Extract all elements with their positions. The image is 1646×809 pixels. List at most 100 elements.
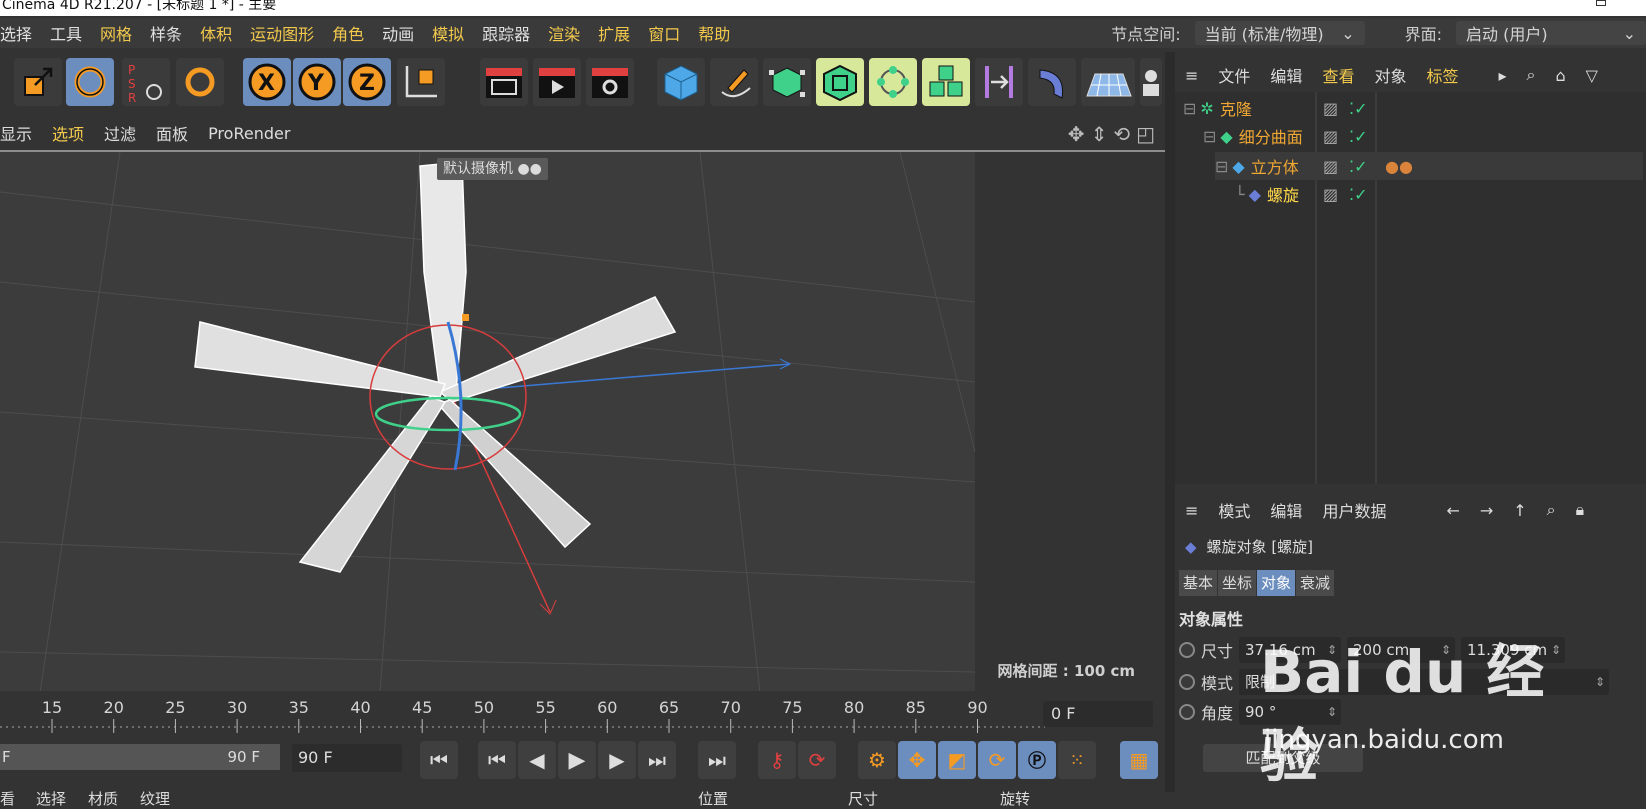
cloner-blades[interactable] [194,161,677,573]
z-axis-button[interactable]: Z [343,58,391,106]
restore-window-icon[interactable] [1596,0,1606,6]
menu-help[interactable]: 帮助 [689,21,739,45]
key-rotation-button[interactable]: ⟳ [978,741,1016,779]
filter-icon[interactable]: ▽ [1576,66,1608,85]
tree-collapse-icon[interactable]: ⊟ [1203,127,1216,146]
search-icon[interactable]: ⌕ [1517,65,1546,85]
menu-window[interactable]: 窗口 [639,21,689,45]
max-frame-field[interactable]: 90 F [292,744,402,772]
generator-button[interactable] [816,58,864,106]
lock-icon[interactable]: 🔒︎ [1566,500,1595,520]
more-arrow-icon[interactable]: ▸ [1488,66,1516,85]
material-tag-icon[interactable]: ●● [1385,157,1413,176]
panel-divider[interactable] [1165,52,1175,792]
auto-key-button[interactable]: ⟳ [798,741,836,779]
layout-dropdown[interactable]: 启动 (用户) ⌄ [1456,21,1646,45]
render-view-button[interactable] [480,58,528,106]
search-icon[interactable]: ⌕ [1537,500,1566,520]
object-name[interactable]: 细分曲面 [1239,124,1303,148]
next-key-button[interactable]: ⏭ [638,741,676,779]
volume-button[interactable] [922,58,970,106]
x-axis-button[interactable]: X [243,58,291,106]
viewport-menu-options[interactable]: 选项 [42,121,94,145]
key-position-button[interactable]: ✥ [898,741,936,779]
visibility-check-icon[interactable]: ⁚✓ [1349,99,1368,118]
am-menu-edit[interactable]: 编辑 [1260,498,1312,522]
tab-coord[interactable]: 坐标 [1218,570,1257,596]
tab-falloff[interactable]: 衰减 [1296,570,1335,596]
menu-tracker[interactable]: 跟踪器 [473,21,539,45]
menu-tools[interactable]: 工具 [41,21,91,45]
maximize-view-icon[interactable]: ◰ [1136,122,1155,146]
menu-animate[interactable]: 动画 [373,21,423,45]
psr-button[interactable]: PSR [122,58,170,106]
zoom-view-icon[interactable]: ⇕ [1091,122,1108,146]
coordinate-system-button[interactable] [397,58,445,106]
object-row-subdivision[interactable]: ⊟ ◆ 细分曲面 ▨ ⁚✓ [1203,122,1643,150]
viewport-menu-display[interactable]: 显示 [0,121,42,145]
pen-spline-button[interactable] [710,58,758,106]
am-menu-mode[interactable]: 模式 [1208,498,1260,522]
home-icon[interactable]: ⌂ [1545,66,1575,85]
move-view-icon[interactable]: ✥ [1068,122,1085,146]
layer-toggle-icon[interactable]: ▨ [1323,157,1338,176]
camera-button[interactable] [1140,58,1162,106]
object-row-cube[interactable]: ⊟ ◆ 立方体 ▨ ⁚✓ ●● [1215,152,1643,180]
play-button[interactable]: ▶ [558,741,596,779]
key-pla-button[interactable]: ⁙ [1058,741,1096,779]
previous-frame-button[interactable]: ◀ [518,741,556,779]
layer-toggle-icon[interactable]: ▨ [1323,185,1338,204]
next-frame-button[interactable]: ▶ [598,741,636,779]
record-keys-button[interactable]: ⚷ [758,741,796,779]
deformer-button[interactable] [975,58,1023,106]
object-name[interactable]: 螺旋 [1267,182,1299,206]
menu-spline[interactable]: 样条 [141,21,191,45]
viewport-menu-prorender[interactable]: ProRender [198,124,300,143]
timeline-ruler[interactable]: 15 20 25 30 35 40 45 50 55 60 65 70 75 80 85 90 [0,693,1045,738]
object-row-cloner[interactable]: ⊟ ✲ 克隆 ▨ ⁚✓ [1183,94,1643,122]
layer-toggle-icon[interactable]: ▨ [1323,99,1338,118]
visibility-check-icon[interactable]: ⁚✓ [1349,157,1368,176]
render-settings-button[interactable] [586,58,634,106]
menu-select[interactable]: 选择 [0,21,41,45]
visibility-check-icon[interactable]: ⁚✓ [1349,127,1368,146]
forward-arrow-icon[interactable]: → [1470,501,1503,520]
menu-character[interactable]: 角色 [323,21,373,45]
node-space-dropdown[interactable]: 当前 (标准/物理) ⌄ [1194,21,1365,45]
subdivision-button[interactable] [763,58,811,106]
tree-collapse-icon[interactable]: ⊟ [1183,99,1196,118]
menu-render[interactable]: 渲染 [539,21,589,45]
animate-radio[interactable] [1179,642,1195,658]
tab-object[interactable]: 对象 [1257,570,1296,596]
menu-mograph[interactable]: 运动图形 [241,21,323,45]
y-axis-button[interactable]: Y [293,58,341,106]
field-button[interactable] [1028,58,1076,106]
goto-end-button[interactable]: ⏭ [698,741,736,779]
timeline[interactable]: 15 20 25 30 35 40 45 50 55 60 65 70 75 80 85 90 0 F [0,693,1165,738]
visibility-check-icon[interactable]: ⁚✓ [1349,185,1368,204]
key-scale-button[interactable]: ◩ [938,741,976,779]
keyframe-selection-button[interactable]: ⚙ [858,741,896,779]
floor-button[interactable] [1081,58,1135,106]
goto-start-button[interactable]: ⏮ [420,741,458,779]
menu-extensions[interactable]: 扩展 [589,21,639,45]
hamburger-menu-icon[interactable]: ≡ [1175,66,1208,85]
menu-simulate[interactable]: 模拟 [423,21,473,45]
am-menu-userdata[interactable]: 用户数据 [1312,498,1396,522]
viewport-menu-filter[interactable]: 过滤 [94,121,146,145]
back-arrow-icon[interactable]: ← [1436,501,1469,520]
layer-toggle-icon[interactable]: ▨ [1323,127,1338,146]
perspective-viewport[interactable]: 默认摄像机 ●● 网格间距 : 100 cm [0,150,1165,691]
cube-button[interactable] [657,58,705,106]
om-menu-view[interactable]: 查看 [1312,63,1364,87]
object-name[interactable]: 立方体 [1251,154,1299,178]
preview-range-slider[interactable]: F 90 F [0,744,280,770]
om-menu-file[interactable]: 文件 [1208,63,1260,87]
rotate-view-icon[interactable]: ⟲ [1113,122,1130,146]
hamburger-menu-icon[interactable]: ≡ [1175,501,1208,520]
mograph-button[interactable] [869,58,917,106]
timeline-window-button[interactable]: ▦ [1120,741,1158,779]
previous-key-button[interactable]: ⏮ [478,741,516,779]
rotate-tool-button[interactable] [66,58,114,106]
viewport-menu-panel[interactable]: 面板 [146,121,198,145]
